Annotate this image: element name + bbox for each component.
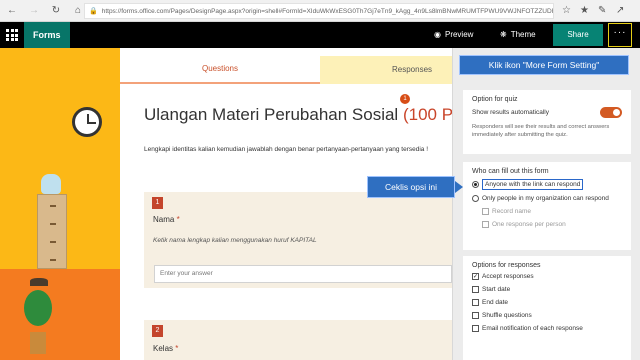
theme-button[interactable]: ❋ Theme — [500, 22, 536, 48]
theme-illustration — [0, 48, 120, 360]
accept-responses-label: Accept responses — [482, 273, 534, 280]
water-bottle-icon — [41, 174, 61, 194]
question-hint: Ketik nama lengkap kalian menggunakan hu… — [153, 237, 317, 244]
question-label: Kelas * — [153, 344, 178, 353]
show-results-row: Show results automatically — [472, 107, 622, 118]
palette-icon: ❋ — [500, 30, 507, 39]
option-org-radio[interactable] — [472, 195, 479, 202]
show-results-label: Show results automatically — [472, 109, 549, 116]
start-date-row[interactable]: Start date — [472, 286, 622, 293]
url-text[interactable]: https://forms.office.com/Pages/DesignPag… — [102, 8, 553, 15]
required-marker: * — [175, 344, 179, 353]
record-name-checkbox[interactable] — [482, 208, 489, 215]
form-title-points: (100 Poi — [402, 105, 452, 124]
option-anyone-radio[interactable] — [472, 181, 479, 188]
who-can-fill-section: Who can fill out this form Anyone with t… — [463, 162, 631, 250]
settings-panel: Option for quiz Show results automatical… — [452, 48, 640, 360]
shuffle-checkbox[interactable] — [472, 312, 479, 319]
form-tabs: Questions Responses 1 — [120, 56, 452, 104]
back-icon[interactable]: ← — [4, 5, 20, 16]
required-marker: * — [176, 215, 180, 224]
answer-input[interactable]: Enter your answer — [154, 265, 452, 283]
one-response-row: One response per person — [472, 221, 622, 228]
question-label-text: Kelas — [153, 344, 174, 353]
preview-button[interactable]: ◉ Preview — [434, 22, 473, 48]
record-name-label: Record name — [492, 208, 532, 215]
shuffle-row[interactable]: Shuffle questions — [472, 312, 622, 319]
address-bar[interactable]: 🔒 https://forms.office.com/Pages/DesignP… — [84, 3, 554, 19]
option-anyone-label[interactable]: Anyone with the link can respond — [482, 179, 584, 190]
email-notification-row[interactable]: Email notification of each response — [472, 325, 622, 332]
share-button[interactable]: Share — [553, 24, 603, 46]
question-card-2[interactable]: 2 Kelas * — [144, 320, 452, 360]
callout-check-option: Ceklis opsi ini — [367, 176, 455, 198]
end-date-checkbox[interactable] — [472, 299, 479, 306]
forms-brand[interactable]: Forms — [24, 22, 70, 48]
clock-icon — [72, 107, 102, 137]
response-options-title: Options for responses — [472, 262, 541, 269]
cabinet-icon — [37, 194, 67, 269]
responses-count-badge: 1 — [400, 94, 410, 104]
option-org-row[interactable]: Only people in my organization can respo… — [472, 195, 622, 202]
question-label-text: Nama — [153, 215, 175, 224]
hat-icon — [30, 278, 48, 286]
record-name-row: Record name — [472, 208, 622, 215]
start-date-label: Start date — [482, 286, 511, 293]
plant-icon — [24, 290, 52, 326]
who-can-fill-title: Who can fill out this form — [472, 168, 549, 175]
accept-responses-row[interactable]: ✓ Accept responses — [472, 273, 622, 280]
refresh-icon[interactable]: ↻ — [48, 5, 64, 16]
callout-more-settings: Klik ikon "More Form Setting" — [459, 55, 629, 75]
forward-icon[interactable]: → — [26, 5, 42, 16]
pot-icon — [30, 332, 46, 354]
callout-arrow-icon — [455, 181, 463, 193]
question-label: Nama * — [153, 215, 180, 224]
end-date-row[interactable]: End date — [472, 299, 622, 306]
lock-icon: 🔒 — [89, 8, 98, 15]
option-anyone-row[interactable]: Anyone with the link can respond — [472, 179, 622, 190]
end-date-label: End date — [482, 299, 509, 306]
form-description[interactable]: Lengkapi identitas kalian kemudian jawab… — [144, 146, 428, 153]
form-title-text: Ulangan Materi Perubahan Sosial — [144, 105, 399, 124]
app-launcher-icon[interactable] — [6, 29, 18, 41]
tab-questions[interactable]: Questions — [120, 56, 320, 84]
reading-list-icon[interactable]: ✎ — [598, 5, 606, 16]
eye-icon: ◉ — [434, 30, 441, 39]
option-org-label[interactable]: Only people in my organization can respo… — [482, 195, 609, 202]
browser-toolbar: ← → ↻ ⌂ 🔒 https://forms.office.com/Pages… — [0, 0, 640, 22]
theme-label: Theme — [510, 30, 536, 39]
floor-band — [0, 269, 120, 360]
quiz-options-title: Option for quiz — [472, 96, 518, 103]
favorite-star-icon[interactable]: ☆ — [562, 5, 571, 16]
show-results-toggle[interactable] — [600, 107, 622, 118]
tab-responses-label: Responses — [392, 65, 433, 74]
accept-responses-checkbox[interactable]: ✓ — [472, 273, 479, 280]
one-response-checkbox[interactable] — [482, 221, 489, 228]
forms-header: Forms ◉ Preview ❋ Theme Share ··· — [0, 22, 640, 48]
share-page-icon[interactable]: ↗ — [616, 5, 624, 16]
preview-label: Preview — [444, 30, 474, 39]
form-title[interactable]: Ulangan Materi Perubahan Sosial (100 Poi — [144, 105, 452, 125]
favorites-icon[interactable]: ★ — [580, 5, 589, 16]
tab-responses[interactable]: Responses 1 — [320, 56, 452, 104]
shuffle-label: Shuffle questions — [482, 312, 532, 319]
response-options-section: Options for responses ✓ Accept responses… — [463, 256, 631, 360]
quiz-options-section: Option for quiz Show results automatical… — [463, 90, 631, 154]
question-number: 1 — [152, 197, 163, 209]
show-results-note: Responders will see their results and co… — [472, 124, 610, 138]
email-notification-label: Email notification of each response — [482, 325, 583, 332]
more-options-button[interactable]: ··· — [608, 23, 632, 47]
question-number: 2 — [152, 325, 163, 337]
start-date-checkbox[interactable] — [472, 286, 479, 293]
one-response-label: One response per person — [492, 221, 566, 228]
email-notification-checkbox[interactable] — [472, 325, 479, 332]
form-canvas: Questions Responses 1 Ulangan Materi Per… — [120, 48, 452, 360]
